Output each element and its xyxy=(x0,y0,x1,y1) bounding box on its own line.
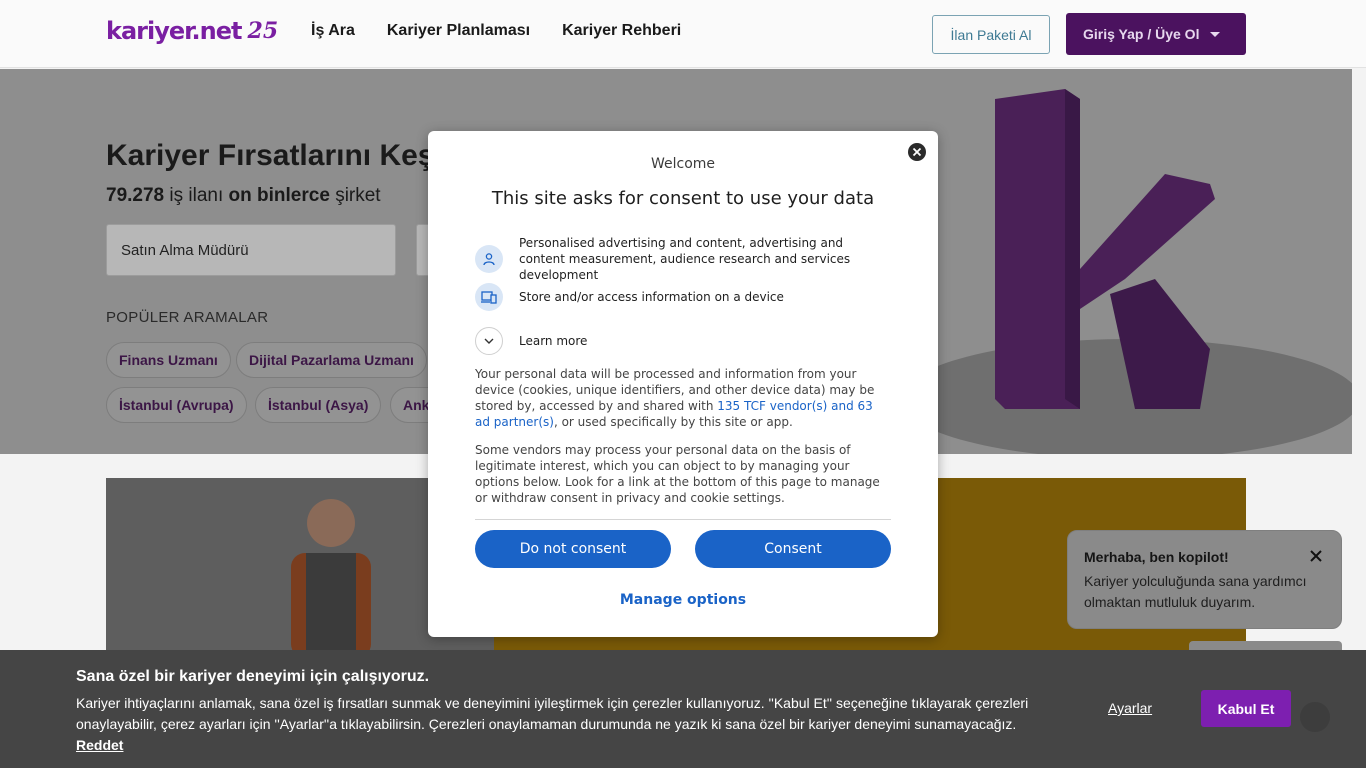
logo-text: kariyer.net xyxy=(106,17,243,45)
logo-25-badge: 25 xyxy=(247,18,279,44)
consent-welcome: Welcome xyxy=(650,156,716,172)
chat-launcher-button[interactable] xyxy=(1300,702,1330,732)
nav-is-ara[interactable]: İş Ara xyxy=(311,22,355,40)
reddet-link[interactable]: Reddet xyxy=(76,737,123,753)
manage-options-button[interactable]: Manage options xyxy=(428,592,938,608)
kopilot-title: Merhaba, ben kopilot! xyxy=(1084,549,1229,565)
close-icon[interactable] xyxy=(1309,549,1323,563)
ayarlar-link[interactable]: Ayarlar xyxy=(1108,700,1152,716)
site-header: kariyer.net 25 İş Ara Kariyer Planlaması… xyxy=(0,0,1366,68)
chip-finans-uzmani[interactable]: Finans Uzmanı xyxy=(106,342,231,378)
person-icon xyxy=(475,245,503,273)
chip-dijital-pazarlama[interactable]: Dijital Pazarlama Uzmanı xyxy=(236,342,427,378)
cookie-text: Kariyer ihtiyaçlarını anlamak, sana özel… xyxy=(76,695,1029,732)
kariyer-logo[interactable]: kariyer.net 25 xyxy=(106,16,278,46)
stats-bold: on binlerce xyxy=(228,185,330,206)
consent-button[interactable]: Consent xyxy=(695,530,891,568)
kopilot-card: Merhaba, ben kopilot! Kariyer yolculuğun… xyxy=(1067,530,1342,629)
consent-paragraph-1: Your personal data will be processed and… xyxy=(475,366,891,430)
cookie-banner: Sana özel bir kariyer deneyimi için çalı… xyxy=(0,650,1366,768)
cookie-title: Sana özel bir kariyer deneyimi için çalı… xyxy=(76,668,430,685)
nav-kariyer-rehberi[interactable]: Kariyer Rehberi xyxy=(562,22,681,40)
learn-more-toggle[interactable]: Learn more xyxy=(475,327,889,355)
kabul-et-button[interactable]: Kabul Et xyxy=(1201,690,1291,727)
chip-istanbul-asya[interactable]: İstanbul (Asya) xyxy=(255,387,382,423)
devices-icon xyxy=(475,283,503,311)
learn-more-label: Learn more xyxy=(519,334,588,348)
chip-istanbul-avrupa[interactable]: İstanbul (Avrupa) xyxy=(106,387,247,423)
purpose-2-text: Store and/or access information on a dev… xyxy=(519,290,784,304)
login-button[interactable]: Giriş Yap / Üye Ol xyxy=(1066,13,1246,55)
position-search-input[interactable]: Satın Alma Müdürü xyxy=(106,224,396,276)
job-count: 79.278 xyxy=(106,185,165,206)
worker-figure xyxy=(291,499,371,658)
caret-down-icon xyxy=(1210,32,1220,37)
consent-title: This site asks for consent to use your d… xyxy=(491,188,875,209)
popular-searches-title: POPÜLER ARAMALAR xyxy=(106,309,269,326)
hero-stats: 79.278 iş ilanı on binlerce şirket xyxy=(106,185,381,207)
login-button-label: Giriş Yap / Üye Ol xyxy=(1083,26,1200,42)
big-k-graphic xyxy=(995,89,1215,409)
consent-dialog: Welcome This site asks for consent to us… xyxy=(428,131,938,637)
purpose-1-text: Personalised advertising and content, ad… xyxy=(519,236,851,282)
divider xyxy=(475,519,891,520)
para1-part-b: , or used specifically by this site or a… xyxy=(553,415,793,429)
hero-title: Kariyer Fırsatlarını Keş xyxy=(106,139,435,172)
kopilot-text: Kariyer yolculuğunda sana yardımcı olmak… xyxy=(1084,573,1307,610)
ilan-paketi-button[interactable]: İlan Paketi Al xyxy=(932,15,1050,54)
main-nav: İş Ara Kariyer Planlaması Kariyer Rehber… xyxy=(311,22,681,40)
consent-paragraph-2: Some vendors may process your personal d… xyxy=(475,443,880,505)
purpose-store-access: Store and/or access information on a dev… xyxy=(475,283,889,311)
stats-text-1: iş ilanı xyxy=(169,185,224,206)
chevron-down-icon xyxy=(475,327,503,355)
do-not-consent-button[interactable]: Do not consent xyxy=(475,530,671,568)
nav-kariyer-planlamasi[interactable]: Kariyer Planlaması xyxy=(387,22,530,40)
purpose-personalised-ads: Personalised advertising and content, ad… xyxy=(475,235,889,283)
stats-text-2: şirket xyxy=(335,185,381,206)
